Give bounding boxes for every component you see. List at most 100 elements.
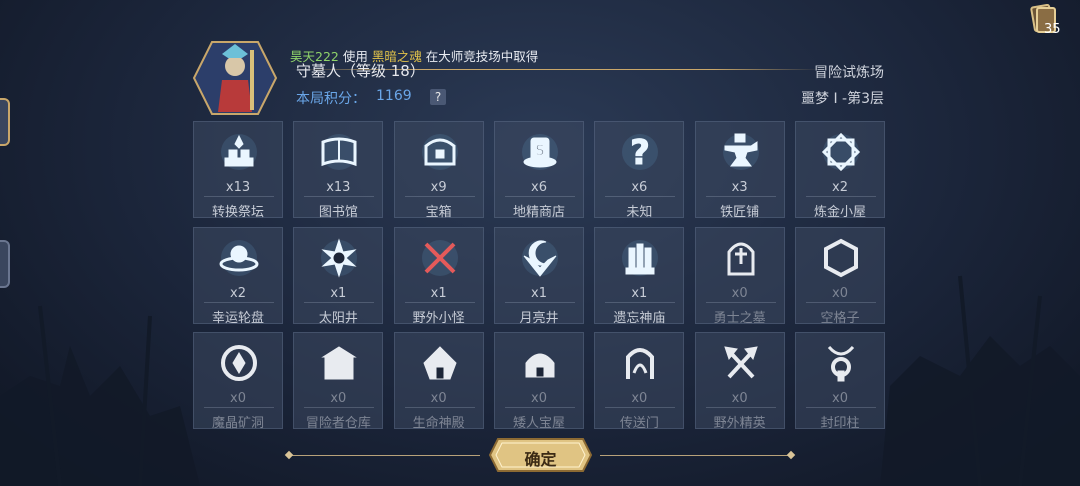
grid-cell-portal[interactable]: x0 传送门 xyxy=(594,332,685,431)
tombstone-icon xyxy=(727,242,755,275)
svg-text:?: ? xyxy=(630,133,650,172)
cell-count: x0 xyxy=(230,391,246,406)
cell-count: x0 xyxy=(832,391,848,406)
grid-cell-crossed-axes[interactable]: x0 野外精英 xyxy=(694,332,785,431)
score-value: 1169 xyxy=(376,88,412,104)
mode-name: 冒险试炼场 xyxy=(814,65,884,81)
cell-divider xyxy=(204,196,274,197)
portal-icon xyxy=(626,348,655,379)
card-count: 35 xyxy=(1044,22,1061,37)
grid-cell-library-book[interactable]: x13 图书馆 xyxy=(293,121,384,220)
lucky-wheel-icon xyxy=(219,239,259,276)
cell-count: x0 xyxy=(731,391,748,406)
cell-count: x1 xyxy=(531,285,547,301)
cell-divider xyxy=(504,196,575,197)
cell-count: x2 xyxy=(230,285,246,301)
grid-cell-crossed-swords[interactable]: x1 野外小怪 xyxy=(393,226,484,326)
cell-divider xyxy=(605,196,676,197)
cell-divider xyxy=(404,407,475,408)
cell-divider xyxy=(805,196,876,197)
cell-name: 宝箱 xyxy=(425,205,452,220)
library-book-icon xyxy=(321,134,358,170)
cell-name: 转换祭坛 xyxy=(211,205,264,220)
grid-cell-forgotten-temple[interactable]: x1 遗忘神庙 xyxy=(594,226,685,326)
cell-count: x1 xyxy=(631,285,648,301)
confirm-divider-left xyxy=(290,455,480,456)
cell-divider xyxy=(204,301,274,303)
anvil-icon xyxy=(722,133,759,170)
cell-divider xyxy=(805,407,876,408)
cell-name: 空格子 xyxy=(820,310,860,326)
grid-cell-moon-well[interactable]: x1 月亮井 xyxy=(493,226,584,326)
crossed-axes-icon xyxy=(723,346,758,379)
cell-divider xyxy=(404,196,475,197)
grid-cell-transform-altar[interactable]: x13 转换祭坛 xyxy=(193,121,283,220)
cell-divider xyxy=(605,301,676,303)
cell-name: 冒险者仓库 xyxy=(305,416,371,431)
cell-name: 野外精英 xyxy=(713,416,766,431)
grid-cell-lucky-wheel[interactable]: x2 幸运轮盘 xyxy=(193,226,283,326)
cell-name: 遗忘神庙 xyxy=(613,310,666,326)
side-tab-top[interactable] xyxy=(0,98,10,146)
crossed-swords-icon xyxy=(421,239,458,276)
hexagon-icon xyxy=(823,238,858,277)
cell-name: 矮人宝屋 xyxy=(512,416,565,431)
grid-cell-anvil[interactable]: x3 铁匠铺 xyxy=(694,121,785,220)
cell-count: x0 xyxy=(430,391,447,406)
player-name: 守墓人（等级 18） xyxy=(296,62,425,80)
grid-cell-seal-pillar[interactable]: x0 封印柱 xyxy=(794,332,885,431)
cell-name: 未知 xyxy=(626,205,653,220)
cell-divider xyxy=(304,196,375,197)
sun-well-icon xyxy=(321,237,358,278)
grid-cell-tombstone[interactable]: x0 勇士之墓 xyxy=(694,226,785,326)
cell-name: 月亮井 xyxy=(519,310,559,326)
cell-divider xyxy=(504,407,575,408)
cell-name: 地精商店 xyxy=(512,205,565,220)
grid-cell-goblin-shop[interactable]: Sx6 地精商店 xyxy=(493,121,584,220)
side-tab-middle[interactable] xyxy=(0,240,10,288)
cell-divider xyxy=(304,407,375,408)
help-button[interactable]: ? xyxy=(430,89,446,105)
event-grid: x13 转换祭坛 x13 图书馆 x9 宝箱 Sx6 地精商店? x6 未知 x3 铁匠铺 x2 炼金小屋… xyxy=(193,121,885,431)
grid-cell-life-temple[interactable]: x0 生命神殿 xyxy=(393,332,484,431)
warehouse-icon xyxy=(321,346,358,380)
cell-name: 勇士之墓 xyxy=(713,310,766,326)
cell-count: x2 xyxy=(832,180,848,195)
cell-count: x1 xyxy=(330,285,347,301)
grid-cell-sun-well[interactable]: x1 太阳井 xyxy=(293,226,384,326)
cell-count: x13 xyxy=(326,180,351,195)
cell-divider xyxy=(705,301,776,303)
cell-count: x0 xyxy=(330,391,347,406)
cell-name: 封印柱 xyxy=(820,416,860,431)
grid-cell-alchemy-hut[interactable]: x2 炼金小屋 xyxy=(794,121,885,220)
grid-cell-treasure-chest[interactable]: x9 宝箱 xyxy=(393,121,484,220)
cell-name: 太阳井 xyxy=(318,310,358,326)
cell-name: 图书馆 xyxy=(318,205,358,220)
moon-well-icon xyxy=(521,239,558,277)
grid-cell-dwarf-house[interactable]: x0 矮人宝屋 xyxy=(493,332,584,431)
goblin-shop-icon: S xyxy=(521,134,558,170)
cell-count: x13 xyxy=(225,180,251,195)
treasure-chest-icon xyxy=(421,134,458,170)
cell-count: x0 xyxy=(731,285,748,301)
cell-count: x1 xyxy=(430,285,447,301)
ticker-tail: 在大师竞技场中取得 xyxy=(421,49,539,64)
svg-text:S: S xyxy=(536,143,545,159)
cell-name: 传送门 xyxy=(619,416,659,431)
confirm-divider-right xyxy=(600,455,790,456)
cell-name: 生命神殿 xyxy=(412,416,465,431)
cell-divider xyxy=(705,407,776,408)
grid-cell-crystal-mine[interactable]: x0 魔晶矿洞 xyxy=(193,332,283,431)
cell-count: x3 xyxy=(731,180,748,195)
cell-divider xyxy=(605,407,676,408)
confirm-button-label: 确定 xyxy=(524,450,557,469)
cell-divider xyxy=(404,301,475,303)
cell-name: 炼金小屋 xyxy=(813,205,866,220)
cell-count: x0 xyxy=(531,391,547,406)
grid-cell-hexagon[interactable]: x0 空格子 xyxy=(794,226,885,326)
question-mark-icon: ? xyxy=(622,133,659,172)
cell-name: 铁匠铺 xyxy=(720,205,760,220)
alchemy-hut-icon xyxy=(821,132,861,172)
grid-cell-question-mark[interactable]: ? x6 未知 xyxy=(594,121,685,220)
grid-cell-warehouse[interactable]: x0 冒险者仓库 xyxy=(293,332,384,431)
